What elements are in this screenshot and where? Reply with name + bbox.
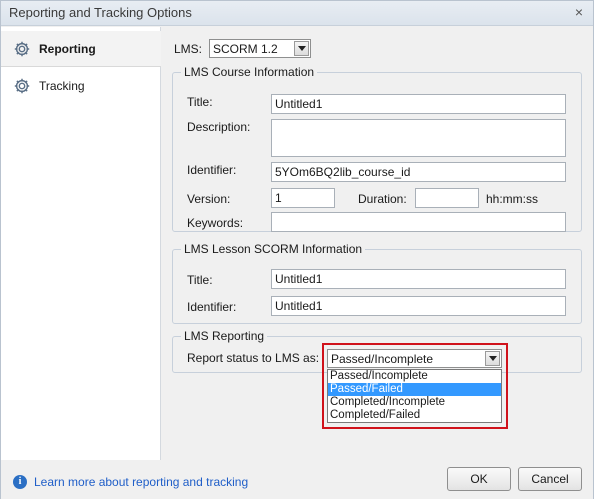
info-icon: i (13, 475, 27, 489)
cancel-button[interactable]: Cancel (518, 467, 582, 491)
sidebar-item-reporting[interactable]: Reporting (1, 31, 161, 67)
option-completed-failed[interactable]: Completed/Failed (328, 409, 501, 422)
close-icon[interactable]: × (575, 4, 583, 20)
report-status-select[interactable]: Passed/Incomplete (327, 349, 502, 368)
option-passed-incomplete[interactable]: Passed/Incomplete (328, 370, 501, 383)
window-title: Reporting and Tracking Options (9, 5, 192, 20)
lesson-title-label: Title: (187, 273, 213, 287)
option-passed-failed[interactable]: Passed/Failed (328, 383, 501, 396)
dialog-footer: i Learn more about reporting and trackin… (1, 460, 593, 499)
lms-row: LMS: SCORM 1.2 (174, 39, 311, 58)
course-duration-label: Duration: (358, 192, 407, 206)
chevron-down-icon[interactable] (294, 41, 309, 56)
sidebar-item-label: Tracking (39, 79, 85, 93)
sidebar-item-tracking[interactable]: Tracking (1, 68, 161, 104)
lms-select[interactable]: SCORM 1.2 (209, 39, 311, 58)
sidebar-item-label: Reporting (39, 41, 96, 56)
course-description-label: Description: (187, 120, 251, 134)
duration-unit-label: hh:mm:ss (486, 192, 539, 206)
lms-select-value: SCORM 1.2 (213, 41, 278, 56)
course-description-input[interactable] (271, 119, 566, 157)
main-panel: LMS: SCORM 1.2 LMS Course Information Ti… (162, 27, 593, 460)
course-info-legend: LMS Course Information (181, 65, 318, 79)
course-info-group: LMS Course Information Title: Descriptio… (172, 65, 582, 232)
ok-button[interactable]: OK (447, 467, 511, 491)
course-identifier-input[interactable] (271, 162, 566, 182)
report-status-label: Report status to LMS as: (187, 351, 320, 365)
reporting-tracking-dialog: Reporting and Tracking Options × Reporti… (0, 0, 594, 499)
sidebar: Reporting Tracking (1, 27, 161, 460)
course-identifier-label: Identifier: (187, 163, 237, 177)
course-keywords-input[interactable] (271, 212, 566, 232)
chevron-down-icon[interactable] (485, 351, 500, 366)
lesson-info-legend: LMS Lesson SCORM Information (181, 242, 366, 256)
course-keywords-label: Keywords: (187, 216, 244, 230)
course-duration-input[interactable] (415, 188, 479, 208)
lesson-identifier-label: Identifier: (187, 300, 237, 314)
option-completed-incomplete[interactable]: Completed/Incomplete (328, 396, 501, 409)
title-bar: Reporting and Tracking Options × (1, 1, 593, 26)
course-version-label: Version: (187, 192, 231, 206)
course-title-label: Title: (187, 95, 213, 109)
course-version-input[interactable] (271, 188, 335, 208)
course-title-input[interactable] (271, 94, 566, 114)
lesson-title-input[interactable] (271, 269, 566, 289)
report-status-value: Passed/Incomplete (331, 351, 434, 366)
gear-icon (14, 78, 30, 94)
learn-more-link[interactable]: Learn more about reporting and tracking (34, 475, 248, 489)
lms-label: LMS: (174, 41, 203, 56)
gear-icon (14, 41, 30, 56)
report-status-options: Passed/Incomplete Passed/Failed Complete… (327, 369, 502, 423)
lesson-identifier-input[interactable] (271, 296, 566, 316)
reporting-legend: LMS Reporting (181, 329, 268, 343)
lesson-info-group: LMS Lesson SCORM Information Title: Iden… (172, 242, 582, 324)
